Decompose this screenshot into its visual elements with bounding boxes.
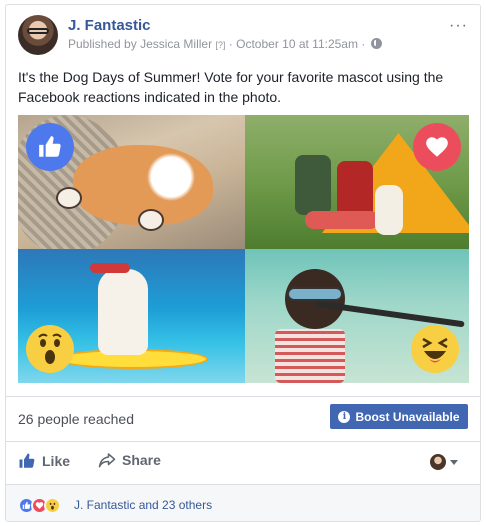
share-arrow-icon [98,453,116,468]
haha-reaction-icon [411,325,459,373]
action-bar: Like Share [6,444,480,484]
info-icon: i [338,410,351,423]
wow-reaction-icon [26,325,74,373]
surfing-dog [98,269,148,355]
post-meta: Published by Jessica Miller [?] · Octobe… [68,37,382,51]
publisher-name[interactable]: Jessica Miller [140,37,212,51]
share-button[interactable]: Share [98,452,161,468]
meta-separator: · [361,37,366,51]
boost-unavailable-button[interactable]: i Boost Unavailable [330,404,468,429]
post-text: It's the Dog Days of Summer! Vote for yo… [18,69,444,105]
puppy-paw [56,187,82,209]
terrier-dog [375,185,403,235]
like-reaction-icon [26,123,74,171]
sunglasses [90,263,130,273]
photo-sleeping-puppy[interactable] [18,115,245,249]
author-name[interactable]: J. Fantastic [68,17,151,34]
sleeping-mat [305,211,379,229]
avatar-glasses [27,28,49,34]
reactions-summary-bar: J. Fantastic and 23 others [6,484,480,521]
post-header: J. Fantastic Published by Jessica Miller… [18,15,468,61]
more-options-icon[interactable]: ··· [449,17,468,35]
boost-label: Boost Unavailable [355,409,460,424]
publisher-help-marker[interactable]: [?] [215,40,225,50]
chevron-down-icon [450,459,458,465]
wow-reaction-icon [44,497,61,514]
share-label: Share [122,452,161,468]
reactors-text[interactable]: J. Fantastic and 23 others [74,498,212,512]
viewer-avatar [430,454,446,470]
photo-bike-dog[interactable] [245,249,469,383]
post-card: J. Fantastic Published by Jessica Miller… [5,4,481,522]
divider [6,396,480,397]
globe-icon[interactable] [370,38,382,49]
photo-grid[interactable] [18,115,469,383]
photo-camping-terrier[interactable] [245,115,469,249]
like-button[interactable]: Like [18,452,70,470]
puppy-paw [138,209,164,231]
post-as-selector[interactable] [430,454,458,470]
divider [6,441,480,442]
post-date[interactable]: October 10 at 11:25am [236,37,358,51]
published-by-label: Published by [68,37,137,51]
photo-surfing-dog[interactable] [18,249,245,383]
thumbs-up-icon [19,453,35,468]
backpack [295,155,331,215]
author-avatar[interactable] [18,15,58,55]
goggles [287,287,343,301]
meta-separator: · [228,37,233,51]
love-reaction-icon [413,123,461,171]
bike-basket [275,329,345,383]
like-label: Like [42,453,71,469]
reaction-icons[interactable] [18,497,61,514]
people-reached[interactable]: 26 people reached [18,411,134,427]
